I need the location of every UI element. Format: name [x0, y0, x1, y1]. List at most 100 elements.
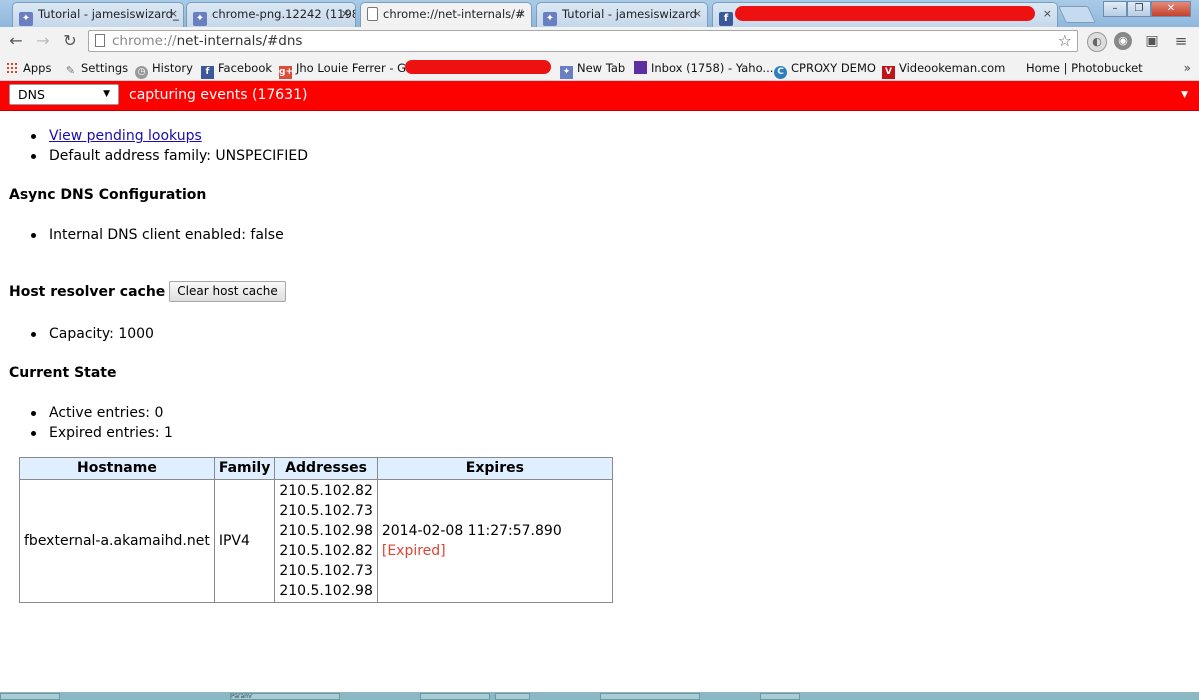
- page-icon: [95, 34, 105, 47]
- shield-icon: ✦: [193, 12, 207, 26]
- taskbar-item[interactable]: [495, 693, 530, 700]
- bookmark-cproxy[interactable]: C CPROXY DEMO: [774, 59, 876, 79]
- minimize-button[interactable]: –: [1103, 1, 1127, 17]
- star-icon[interactable]: ☆: [1058, 31, 1072, 51]
- family-cell: IPV4: [213, 479, 276, 603]
- tab-strip: ✦ Tutorial - jamesiswizard_ × ✦ chrome-png…: [0, 0, 1199, 27]
- taskbar-item[interactable]: [600, 693, 700, 700]
- list-item: View pending lookups: [31, 126, 1189, 146]
- forward-button[interactable]: →: [33, 31, 53, 51]
- bookmark-apps[interactable]: Apps: [6, 59, 51, 77]
- async-dns-list: Internal DNS client enabled: false: [9, 225, 1189, 245]
- taskbar-start-button[interactable]: [0, 693, 60, 700]
- bookmark-videookeman[interactable]: V Videookeman.com: [882, 59, 1005, 79]
- toolbar: ← → ↻ chrome://net-internals/#dns ☆ ◐ ◉ …: [0, 27, 1199, 56]
- dns-options-list: View pending lookups Default address fam…: [9, 126, 1189, 166]
- status-menu-arrow[interactable]: ▼: [1181, 81, 1188, 110]
- close-icon[interactable]: ×: [169, 3, 178, 25]
- bookmarks-overflow-button[interactable]: »: [1184, 59, 1191, 77]
- host-cache-table: Hostname Family Addresses Expires fbexte…: [19, 457, 613, 603]
- back-button[interactable]: ←: [6, 31, 26, 51]
- shield-extension-icon[interactable]: ◉: [1114, 32, 1132, 50]
- tab-title: chrome-png.12242 (1198: [212, 7, 356, 21]
- bookmark-new-tab[interactable]: ✦ New Tab: [560, 59, 625, 79]
- reload-button[interactable]: ↻: [60, 31, 80, 51]
- host-resolver-cache-title: Host resolver cache: [9, 284, 166, 300]
- tab-tutorial-1[interactable]: ✦ Tutorial - jamesiswizard_ ×: [12, 2, 184, 27]
- bookmark-history[interactable]: ◷ History: [135, 59, 193, 79]
- list-item: Internal DNS client enabled: false: [31, 225, 1189, 245]
- bookmarks-bar: Apps ✎ Settings ◷ History f Facebook g+ Jho …: [0, 56, 1199, 81]
- maximize-button[interactable]: ❐: [1127, 1, 1151, 17]
- expires-cell: 2014-02-08 11:27:57.890 [Expired]: [376, 479, 613, 603]
- taskbar-item[interactable]: [760, 693, 800, 700]
- view-pending-lookups-link[interactable]: View pending lookups: [49, 128, 202, 144]
- address-line: 210.5.102.82: [279, 543, 373, 559]
- list-item: Active entries: 0: [31, 403, 1189, 423]
- table-row: fbexternal-a.akamaihd.net IPV4 210.5.102…: [19, 479, 613, 603]
- tab-tutorial-2[interactable]: ✦ Tutorial - jamesiswizard ×: [536, 2, 708, 27]
- redaction-mark: [405, 60, 551, 74]
- bookmark-settings[interactable]: ✎ Settings: [64, 59, 128, 77]
- address-line: 210.5.102.73: [279, 503, 373, 519]
- table-header-row: Hostname Family Addresses Expires: [19, 457, 613, 480]
- tab-title: chrome://net-internals/#: [383, 7, 525, 21]
- shield-icon: ✦: [560, 66, 573, 79]
- tab-chrome-png[interactable]: ✦ chrome-png.12242 (1198 ×: [186, 2, 356, 27]
- view-select-value: DNS: [18, 87, 45, 102]
- address-line: 210.5.102.73: [279, 563, 373, 579]
- shield-icon: ✦: [543, 12, 557, 26]
- close-icon[interactable]: ×: [341, 3, 350, 25]
- clear-host-cache-button[interactable]: Clear host cache: [169, 281, 286, 302]
- url-text[interactable]: chrome://net-internals/#dns: [112, 31, 302, 51]
- current-state-list: Active entries: 0 Expired entries: 1: [9, 403, 1189, 443]
- apps-grid-icon: [6, 62, 18, 74]
- tab-title: Tutorial - jamesiswizard_: [38, 7, 179, 21]
- tab-net-internals[interactable]: chrome://net-internals/# ×: [360, 2, 532, 27]
- column-header-hostname: Hostname: [19, 457, 215, 480]
- cache-info-list: Capacity: 1000: [9, 324, 1189, 344]
- list-item: Expired entries: 1: [31, 423, 1189, 443]
- bookmark-photobucket[interactable]: Home | Photobucket: [1026, 59, 1143, 77]
- new-tab-button[interactable]: [1058, 6, 1096, 23]
- address-line: 210.5.102.98: [279, 523, 373, 539]
- bookmark-facebook[interactable]: f Facebook: [201, 59, 272, 79]
- google-plus-icon: g+: [279, 66, 293, 79]
- list-item: Capacity: 1000: [31, 324, 1189, 344]
- async-dns-heading: Async DNS Configuration: [9, 187, 207, 203]
- close-icon[interactable]: ×: [1043, 3, 1052, 25]
- address-line: 210.5.102.82: [279, 483, 373, 499]
- extension-icon[interactable]: ◐: [1087, 32, 1107, 52]
- camera-icon[interactable]: ▣: [1143, 32, 1161, 50]
- capturing-status: capturing events (17631): [129, 87, 308, 103]
- video-icon: V: [882, 66, 895, 79]
- expired-tag: [Expired]: [381, 543, 446, 559]
- facebook-icon: f: [719, 12, 733, 26]
- menu-icon[interactable]: ≡: [1172, 32, 1190, 50]
- cproxy-icon: C: [774, 66, 787, 79]
- bookmark-google-plus[interactable]: g+ Jho Louie Ferrer - G...: [279, 59, 417, 79]
- column-header-expires: Expires: [376, 457, 613, 480]
- yahoo-icon: [634, 61, 647, 74]
- address-bar[interactable]: chrome://net-internals/#dns ☆: [88, 30, 1078, 52]
- taskbar-item[interactable]: Paramr: [230, 693, 340, 700]
- expires-timestamp: 2014-02-08 11:27:57.890: [381, 523, 562, 539]
- close-window-button[interactable]: ✕: [1151, 1, 1191, 17]
- tab-title: Tutorial - jamesiswizard: [562, 7, 697, 21]
- list-item: Default address family: UNSPECIFIED: [31, 146, 1189, 166]
- close-icon[interactable]: ×: [517, 3, 526, 25]
- page-icon: [367, 7, 378, 21]
- view-select-dropdown[interactable]: DNS ▼: [9, 84, 119, 105]
- hostname-cell: fbexternal-a.akamaihd.net: [19, 479, 215, 603]
- addresses-cell: 210.5.102.82 210.5.102.73 210.5.102.98 2…: [274, 479, 378, 603]
- close-icon[interactable]: ×: [693, 3, 702, 25]
- bookmark-yahoo-inbox[interactable]: Inbox (1758) - Yaho...: [634, 59, 773, 77]
- caret-down-icon: ▼: [103, 89, 110, 99]
- clock-icon: ◷: [135, 66, 148, 79]
- facebook-icon: f: [201, 66, 214, 79]
- taskbar: Paramr: [0, 692, 1199, 700]
- column-header-family: Family: [213, 457, 276, 480]
- net-internals-status-bar: DNS ▼ capturing events (17631) ▼: [0, 81, 1199, 111]
- host-resolver-cache-heading: Host resolver cache Clear host cache: [9, 281, 1189, 302]
- taskbar-item[interactable]: [420, 693, 490, 700]
